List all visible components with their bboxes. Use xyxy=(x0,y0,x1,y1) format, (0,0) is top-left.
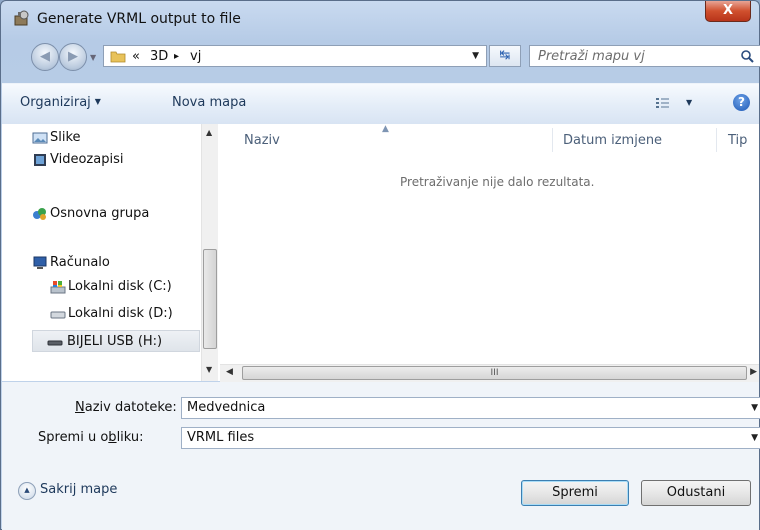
chevron-down-icon[interactable]: ▼ xyxy=(751,428,758,448)
horizontal-scroll-thumb[interactable]: III xyxy=(242,366,747,380)
folder-icon xyxy=(110,51,126,63)
save-as-type-value: VRML files xyxy=(187,430,255,445)
column-header-name[interactable]: Naziv xyxy=(244,133,280,148)
help-icon[interactable]: ? xyxy=(733,94,750,111)
refresh-icon: ↹ xyxy=(499,48,511,63)
nav-item-computer[interactable]: Računalo xyxy=(33,252,110,274)
nav-item-label: Osnovna grupa xyxy=(50,206,150,221)
scroll-right-arrow[interactable]: ▶ xyxy=(750,367,757,377)
filename-dropdown[interactable]: ▼ xyxy=(751,398,758,418)
filename-label-mnemonic: N xyxy=(75,400,85,415)
search-icon[interactable] xyxy=(740,49,754,63)
navigation-row: ◀ ▶ ▼ « 3D ▸ vj ▼ ↹ Pretraži mapu vj xyxy=(1,35,760,75)
command-bar: Organiziraj ▼ Nova mapa ▼ ? xyxy=(2,83,759,125)
filename-value: Medvednica xyxy=(187,400,266,415)
nav-item-videos[interactable]: Videozapisi xyxy=(34,149,124,171)
breadcrumb-vj[interactable]: vj xyxy=(190,49,201,64)
nav-item-homegroup[interactable]: Osnovna grupa xyxy=(33,203,150,225)
filename-field[interactable]: Medvednica ▼ xyxy=(181,397,760,419)
hide-folders-label: Sakrij mape xyxy=(40,482,118,497)
column-header-type[interactable]: Tip xyxy=(728,133,747,148)
column-divider[interactable] xyxy=(552,128,553,152)
nav-item-disk-d[interactable]: Lokalni disk (D:) xyxy=(50,303,173,325)
title-bar[interactable]: Generate VRML output to file X xyxy=(1,1,759,35)
refresh-button[interactable]: ↹ xyxy=(489,45,521,67)
cancel-button[interactable]: Odustani xyxy=(641,480,751,506)
view-options-icon[interactable] xyxy=(655,96,671,110)
empty-results-message: Pretraživanje nije dalo rezultata. xyxy=(400,175,595,189)
system-drive-icon xyxy=(50,281,66,294)
address-bar[interactable]: « 3D ▸ vj ▼ xyxy=(103,45,487,67)
recent-locations-dropdown[interactable]: ▼ xyxy=(90,53,96,62)
nav-item-pictures[interactable]: Slike xyxy=(32,127,81,149)
homegroup-icon xyxy=(33,208,46,220)
type-label-text-end: liku: xyxy=(116,430,144,445)
computer-icon xyxy=(33,256,47,269)
close-button[interactable]: X xyxy=(705,1,751,22)
sort-indicator-icon: ▲ xyxy=(382,124,389,134)
forward-button[interactable]: ▶ xyxy=(59,43,87,71)
nav-pane-scrollbar[interactable]: ▲ ▼ xyxy=(201,124,218,381)
dialog-footer: Naziv datoteke: Medvednica ▼ Spremi u ob… xyxy=(2,382,760,530)
type-label-text: Spremi u o xyxy=(38,430,109,445)
filename-label-text: aziv datoteke: xyxy=(84,400,177,415)
navigation-pane[interactable]: Slike Videozapisi Osnovna grupa Računalo… xyxy=(2,124,218,381)
column-header-date[interactable]: Datum izmjene xyxy=(563,133,662,148)
breadcrumb-3d[interactable]: 3D xyxy=(150,49,168,64)
nav-item-usb-h[interactable]: BIJELI USB (H:) xyxy=(32,330,200,352)
search-box[interactable]: Pretraži mapu vj xyxy=(529,45,760,67)
save-button[interactable]: Spremi xyxy=(521,480,629,506)
pictures-icon xyxy=(32,132,48,144)
breadcrumb-overflow[interactable]: « xyxy=(132,49,140,64)
new-folder-button[interactable]: Nova mapa xyxy=(172,95,246,110)
drive-icon xyxy=(50,311,66,319)
window-title: Generate VRML output to file xyxy=(37,11,241,27)
nav-item-label: Slike xyxy=(50,130,81,145)
scroll-down-arrow[interactable]: ▼ xyxy=(206,365,212,374)
nav-item-label: Lokalni disk (C:) xyxy=(68,279,172,294)
browser-area: Slike Videozapisi Osnovna grupa Računalo… xyxy=(2,124,759,382)
organize-menu[interactable]: Organiziraj ▼ xyxy=(20,95,101,110)
organize-label: Organiziraj xyxy=(20,95,91,110)
nav-item-disk-c[interactable]: Lokalni disk (C:) xyxy=(50,276,172,298)
horizontal-scrollbar[interactable]: ◀ III ▶ xyxy=(220,364,759,382)
type-label-mnemonic: b xyxy=(108,430,117,445)
nav-item-label: Računalo xyxy=(50,255,110,270)
filename-label: Naziv datoteke: xyxy=(75,400,177,415)
nav-item-label: Lokalni disk (D:) xyxy=(68,306,173,321)
app-icon xyxy=(14,10,29,26)
chevron-down-icon: ▼ xyxy=(94,97,101,106)
search-input[interactable]: Pretraži mapu vj xyxy=(538,49,645,64)
videos-icon xyxy=(34,154,46,166)
column-divider[interactable] xyxy=(716,128,717,152)
address-dropdown[interactable]: ▼ xyxy=(472,51,479,61)
scroll-up-arrow[interactable]: ▲ xyxy=(206,128,212,137)
breadcrumb-separator[interactable]: ▸ xyxy=(174,51,179,62)
save-as-type-select[interactable]: VRML files ▼ xyxy=(181,427,760,449)
nav-item-label: Videozapisi xyxy=(50,152,124,167)
back-button[interactable]: ◀ xyxy=(31,43,59,71)
view-dropdown[interactable]: ▼ xyxy=(686,98,692,107)
scroll-left-arrow[interactable]: ◀ xyxy=(226,367,233,377)
usb-drive-icon xyxy=(47,340,63,346)
collapse-icon: ▲ xyxy=(18,482,36,500)
nav-scroll-thumb[interactable] xyxy=(203,249,217,349)
save-dialog: Generate VRML output to file X ◀ ▶ ▼ « 3… xyxy=(0,0,760,530)
file-list[interactable]: ▲ Naziv Datum izmjene Tip Pretraživanje … xyxy=(220,124,759,381)
hide-folders-toggle[interactable]: ▲ Sakrij mape xyxy=(18,482,118,500)
save-as-type-label: Spremi u obliku: xyxy=(38,430,144,445)
nav-item-label: BIJELI USB (H:) xyxy=(67,334,163,349)
